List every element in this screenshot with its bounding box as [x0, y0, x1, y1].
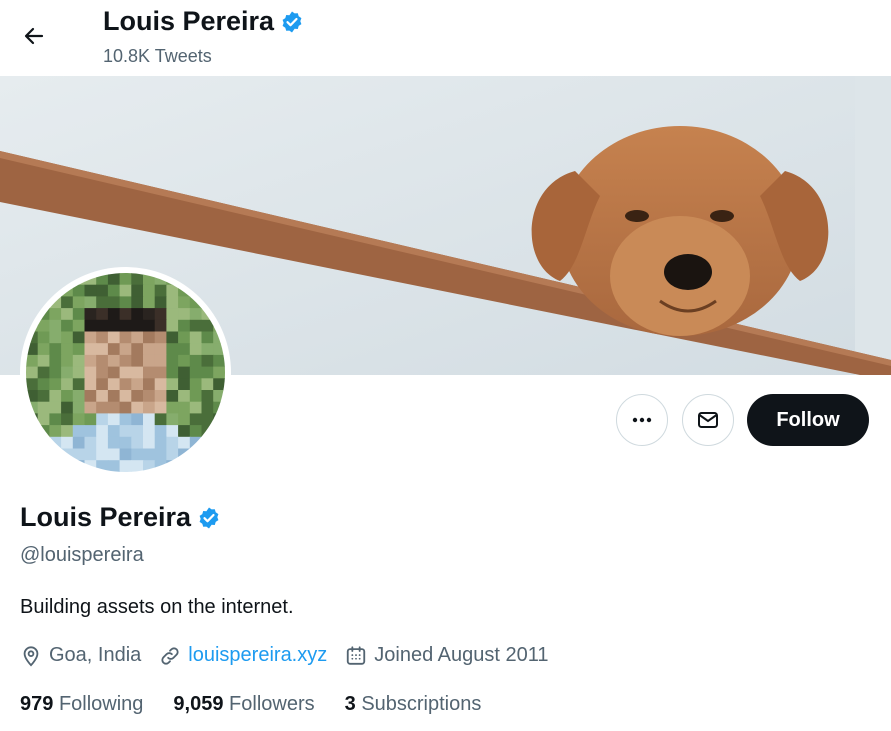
- profile-handle: @louispereira: [20, 544, 144, 566]
- following-count: 979: [20, 693, 54, 715]
- profile-stats: 979 Following 9,059 Followers 3 Subscrip…: [20, 693, 511, 716]
- more-button[interactable]: [616, 394, 668, 446]
- profile-meta: Goa, India louispereira.xyz Joined Augus…: [20, 644, 566, 667]
- website-item: louispereira.xyz: [159, 644, 327, 667]
- avatar[interactable]: [20, 267, 231, 478]
- followers-count: 9,059: [173, 693, 224, 715]
- joined-item: Joined August 2011: [345, 644, 548, 667]
- header-title: Louis Pereira: [103, 6, 304, 37]
- subscriptions-label: Subscriptions: [361, 693, 482, 715]
- website-link[interactable]: louispereira.xyz: [188, 644, 327, 667]
- more-icon: [632, 417, 652, 423]
- top-bar: Louis Pereira 10.8K Tweets: [0, 0, 891, 76]
- subscriptions-count: 3: [344, 693, 356, 715]
- message-button[interactable]: [682, 394, 734, 446]
- arrow-left-icon: [24, 27, 44, 45]
- followers-label: Followers: [229, 693, 315, 715]
- verified-badge-icon: [282, 11, 302, 32]
- following-label: Following: [58, 693, 144, 715]
- location-text: Goa, India: [49, 644, 142, 666]
- header-name: Louis Pereira: [103, 6, 275, 36]
- profile-bio: Building assets on the internet.: [20, 596, 294, 618]
- link-icon: [161, 646, 179, 665]
- followers-link[interactable]: 9,059 Followers: [173, 693, 314, 716]
- verified-badge-icon: [199, 507, 219, 528]
- back-button[interactable]: [14, 16, 54, 56]
- profile-name: Louis Pereira: [20, 502, 192, 532]
- tweet-count: 10.8K Tweets: [103, 46, 212, 66]
- location-item: Goa, India: [20, 644, 141, 667]
- follow-button[interactable]: Follow: [747, 394, 869, 446]
- subscriptions-link[interactable]: 3 Subscriptions: [345, 693, 482, 716]
- profile-name-row: Louis Pereira: [20, 502, 221, 533]
- calendar-icon: [347, 645, 366, 665]
- location-pin-icon: [23, 645, 39, 666]
- joined-text: Joined August 2011: [374, 644, 549, 666]
- following-link[interactable]: 979 Following: [20, 693, 143, 716]
- envelope-icon: [698, 412, 718, 428]
- avatar-image: [26, 273, 225, 472]
